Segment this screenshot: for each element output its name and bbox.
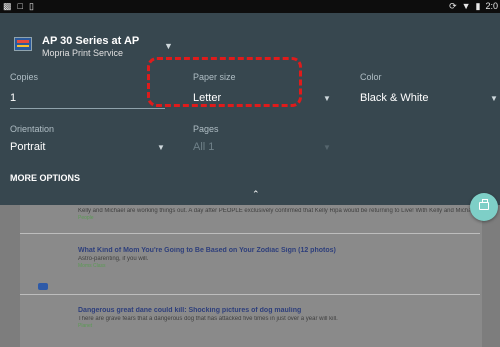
orientation-dropdown-icon[interactable]: ▼ — [157, 143, 165, 152]
divider — [20, 233, 480, 234]
article-body: There are grave fears that a dangerous d… — [78, 316, 338, 322]
notification-icon: □ — [17, 1, 23, 11]
wifi-icon: ▼ — [461, 1, 471, 11]
article-source: Planet — [78, 323, 93, 329]
sync-icon: ⟳ — [449, 1, 457, 11]
color-select[interactable]: Black & White — [360, 92, 428, 104]
printer-name[interactable]: AP 30 Series at AP — [42, 35, 139, 47]
clock: 2:0 — [485, 1, 498, 11]
feed-article[interactable]: Dangerous great dane could kill: Shockin… — [78, 307, 470, 329]
article-title-row[interactable]: Dangerous great dane could kill: Shockin… — [78, 307, 470, 314]
collapse-chevron-icon[interactable]: ⌃ — [252, 189, 260, 200]
orientation-label: Orientation — [10, 124, 55, 134]
printer-dropdown-icon[interactable]: ▼ — [164, 41, 173, 51]
article-title[interactable]: Dangerous great dane could kill: Shockin… — [78, 307, 301, 314]
screen: Kelly and Michael are working things out… — [0, 0, 500, 347]
orientation-select[interactable]: Portrait — [10, 141, 45, 153]
article-title[interactable]: What Kind of Mom You're Going to Be Base… — [78, 247, 296, 254]
status-left: ▩ □ ▯ — [3, 1, 34, 12]
paper-size-highlight — [147, 57, 302, 107]
color-label: Color — [360, 72, 382, 82]
divider — [20, 294, 480, 295]
print-button[interactable] — [470, 193, 498, 221]
battery-icon: ▮ — [475, 1, 481, 11]
gallery-icon — [38, 283, 48, 290]
paper-size-dropdown-icon[interactable]: ▼ — [323, 94, 331, 103]
printer-selector[interactable]: AP 30 Series at AP Mopria Print Service — [14, 35, 139, 59]
feed-article[interactable]: What Kind of Mom You're Going to Be Base… — [78, 247, 470, 269]
printer-service: Mopria Print Service — [42, 48, 124, 58]
copies-field[interactable]: 1 — [10, 92, 16, 104]
print-options-panel: AP 30 Series at AP Mopria Print Service … — [0, 13, 500, 205]
feed-snippet-source: People — [78, 215, 94, 221]
feed-snippet: Kelly and Michael are working things out… — [78, 206, 470, 221]
article-source: Moms Class — [78, 263, 106, 269]
copies-label: Copies — [10, 72, 39, 82]
copies-underline — [10, 108, 165, 109]
printer-info[interactable]: AP 30 Series at AP Mopria Print Service — [42, 35, 139, 59]
pages-label: Pages — [193, 124, 219, 134]
pages-select: All 1 — [193, 141, 215, 153]
more-options-button[interactable]: MORE OPTIONS — [10, 173, 80, 183]
color-dropdown-icon[interactable]: ▼ — [490, 94, 498, 103]
photo-icon: ▩ — [3, 1, 12, 11]
status-bar: ▩ □ ▯ ⟳ ▼ ▮ 2:0 — [0, 0, 500, 13]
article-title-row[interactable]: What Kind of Mom You're Going to Be Base… — [78, 247, 470, 254]
feed-snippet-text: Kelly and Michael are working things out… — [78, 208, 470, 214]
status-right: ⟳ ▼ ▮ 2:0 — [449, 1, 498, 12]
printer-logo-icon — [14, 37, 32, 51]
article-body: Astro-parenting, if you will. — [78, 256, 149, 262]
article-photo-count: (12 photos) — [298, 247, 336, 254]
pages-dropdown-icon: ▼ — [323, 143, 331, 152]
printer-icon — [479, 199, 489, 210]
clipboard-icon: ▯ — [28, 1, 34, 11]
